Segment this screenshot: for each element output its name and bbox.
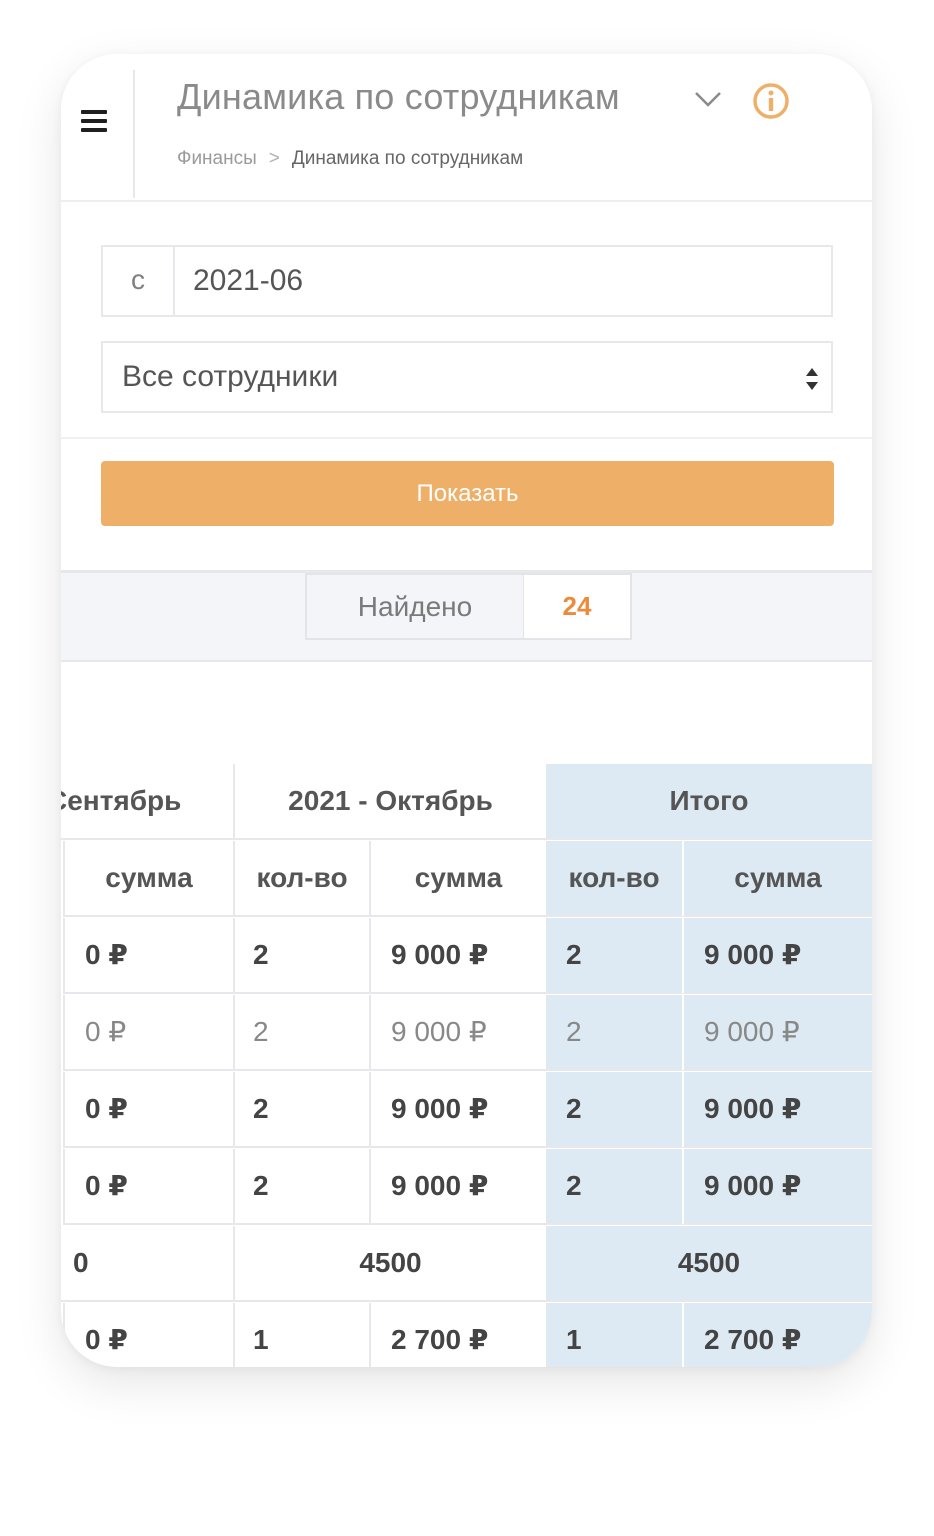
data-table: Сентябрь 2021 - Октябрь Итого сумма кол-… bbox=[61, 764, 872, 1367]
table-cell: 2 bbox=[546, 1072, 682, 1148]
hamburger-icon[interactable] bbox=[81, 110, 107, 132]
date-from-input[interactable] bbox=[175, 247, 831, 315]
sort-arrows-icon bbox=[806, 368, 818, 390]
table-cell: 9 000 ₽ bbox=[682, 1149, 872, 1225]
page-title: Динамика по сотрудникам bbox=[177, 76, 620, 117]
table-cell: 2 bbox=[233, 1149, 369, 1225]
col-header-sum: сумма bbox=[369, 841, 546, 917]
col-header-total-sum: сумма bbox=[682, 841, 872, 917]
employee-select-value: Все сотрудники bbox=[122, 360, 339, 393]
table-cell: 9 000 ₽ bbox=[369, 1149, 546, 1225]
breadcrumb-separator: > bbox=[268, 148, 280, 169]
info-icon[interactable] bbox=[752, 82, 790, 120]
employee-select[interactable]: Все сотрудники bbox=[101, 341, 833, 413]
table-cell: 0 bbox=[61, 1226, 233, 1302]
table-cell: 2 bbox=[233, 995, 369, 1071]
group-header-total: Итого bbox=[546, 764, 872, 840]
table-cell-merged-total: 4500 bbox=[546, 1226, 872, 1302]
section-divider bbox=[61, 437, 872, 439]
col-header-total-qty: кол-во bbox=[546, 841, 682, 917]
date-from-group: с bbox=[101, 245, 833, 317]
table-cell: 9 000 ₽ bbox=[682, 918, 872, 994]
found-bar: Найдено 24 bbox=[61, 570, 872, 662]
group-header-october: 2021 - Октябрь bbox=[233, 764, 546, 840]
breadcrumb: Финансы > Динамика по сотрудникам bbox=[177, 148, 523, 170]
table-cell: 0 ₽ bbox=[63, 1149, 233, 1225]
header-divider bbox=[133, 70, 135, 198]
breadcrumb-parent[interactable]: Финансы bbox=[177, 148, 257, 169]
col-header-sum: сумма bbox=[63, 841, 233, 917]
table-cell: 9 000 ₽ bbox=[682, 995, 872, 1071]
found-label: Найдено bbox=[305, 573, 525, 640]
table-cell: 9 000 ₽ bbox=[369, 918, 546, 994]
table-cell: 2 bbox=[546, 918, 682, 994]
found-count: 24 bbox=[524, 573, 632, 640]
col-header-qty: кол-во bbox=[233, 841, 369, 917]
table-cell-merged: 4500 bbox=[233, 1226, 546, 1302]
table-cell: 1 bbox=[546, 1303, 682, 1367]
table-cell: 1 bbox=[233, 1303, 369, 1367]
chevron-down-icon[interactable] bbox=[693, 84, 723, 114]
table-cell: 2 bbox=[546, 1149, 682, 1225]
table-cell: 0 ₽ bbox=[63, 995, 233, 1071]
table-cell: 2 bbox=[546, 995, 682, 1071]
table-cell: 2 bbox=[233, 918, 369, 994]
table-cell: 2 700 ₽ bbox=[369, 1303, 546, 1367]
phone-frame: Динамика по сотрудникам Финансы > Динамика… bbox=[61, 54, 872, 1367]
group-header-september: Сентябрь bbox=[61, 764, 233, 840]
table-cell: 2 700 ₽ bbox=[682, 1303, 872, 1367]
page-header: Динамика по сотрудникам Финансы > Динамика… bbox=[61, 54, 872, 202]
show-button[interactable]: Показать bbox=[101, 461, 834, 526]
table-cell: 2 bbox=[233, 1072, 369, 1148]
table-cell: 0 ₽ bbox=[63, 1303, 233, 1367]
date-from-prefix: с bbox=[103, 247, 175, 315]
table-cell: 0 ₽ bbox=[63, 1072, 233, 1148]
breadcrumb-current: Динамика по сотрудникам bbox=[291, 148, 524, 169]
table-cell: 9 000 ₽ bbox=[369, 995, 546, 1071]
table-cell: 9 000 ₽ bbox=[682, 1072, 872, 1148]
table-cell: 0 ₽ bbox=[63, 918, 233, 994]
table-cell: 9 000 ₽ bbox=[369, 1072, 546, 1148]
